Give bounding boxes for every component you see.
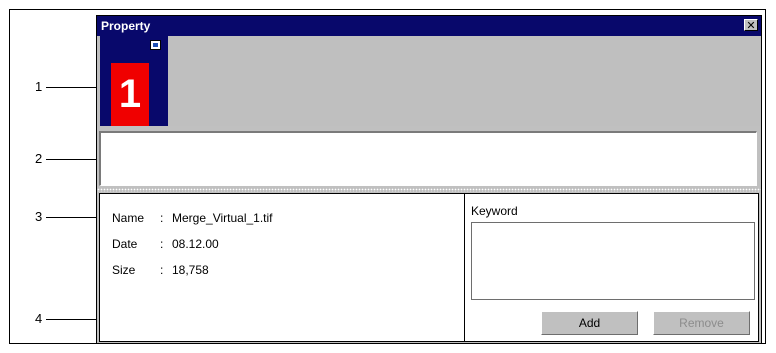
info-value-size: 18,758 xyxy=(172,263,209,277)
info-label: Date xyxy=(112,237,138,251)
info-separator: : xyxy=(160,237,164,251)
info-label: Name xyxy=(112,211,145,225)
thumbnail-image[interactable]: 1 xyxy=(111,63,149,126)
edit-badge-icon xyxy=(150,40,161,50)
info-separator: : xyxy=(160,263,164,277)
info-value-name: Merge_Virtual_1.tif xyxy=(172,211,273,225)
comment-panel[interactable] xyxy=(99,131,757,186)
keyword-panel: Keyword Add Remove xyxy=(465,194,758,341)
info-separator: : xyxy=(160,211,164,225)
file-info-panel: Name : Merge_Virtual_1.tif Date : 08.12.… xyxy=(100,194,465,341)
window-title: Property xyxy=(101,19,151,33)
callout-4: 4 xyxy=(35,311,43,326)
info-value-date: 08.12.00 xyxy=(172,237,219,251)
callout-2: 2 xyxy=(35,151,43,166)
thumbnail-area: 1 xyxy=(97,36,761,126)
title-bar[interactable]: Property ✕ xyxy=(97,16,761,36)
callout-3: 3 xyxy=(35,209,43,224)
keyword-label: Keyword xyxy=(471,204,518,218)
info-label: Size xyxy=(112,263,136,277)
keyword-list[interactable] xyxy=(471,222,755,300)
property-window: Property ✕ 1 Name : Merge_Virtual_1.tif … xyxy=(96,15,762,344)
lower-panel: Name : Merge_Virtual_1.tif Date : 08.12.… xyxy=(99,193,759,342)
close-button[interactable]: ✕ xyxy=(744,19,758,32)
remove-button[interactable]: Remove xyxy=(653,311,750,335)
splitter-handle[interactable] xyxy=(97,188,761,192)
callout-1: 1 xyxy=(35,79,43,94)
thumbnail-cell[interactable]: 1 xyxy=(100,36,168,126)
close-icon: ✕ xyxy=(746,20,756,32)
add-button[interactable]: Add xyxy=(541,311,638,335)
